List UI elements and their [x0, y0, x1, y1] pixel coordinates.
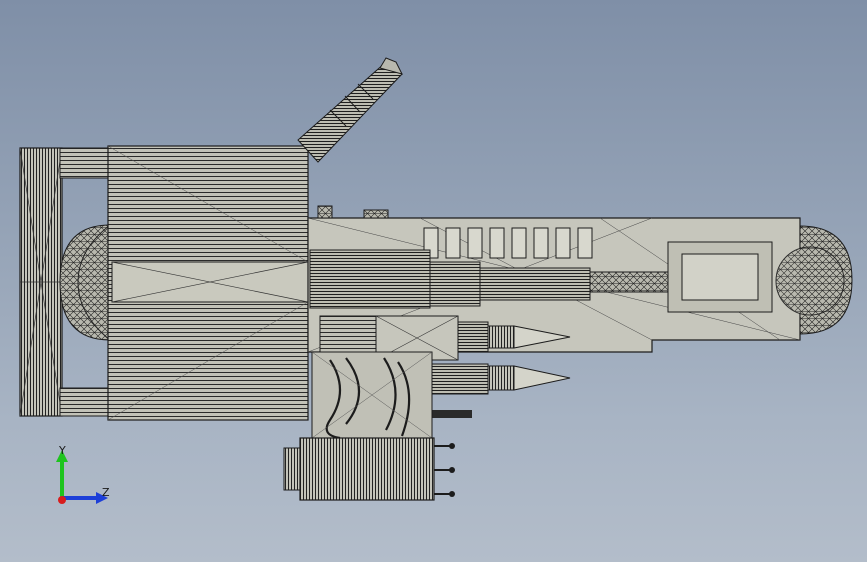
angled-spindle[interactable]	[297, 57, 403, 163]
left-dome[interactable]	[59, 224, 111, 341]
cable-frame	[311, 351, 433, 440]
motor-housing[interactable]	[107, 145, 309, 421]
triad-y-label: Y	[59, 444, 66, 457]
orientation-triad	[56, 450, 108, 504]
triad-z-label: Z	[102, 486, 110, 499]
x-axis-icon	[58, 496, 66, 504]
left-end-cap[interactable]	[19, 147, 63, 417]
lower-motor[interactable]	[283, 437, 455, 501]
3d-viewport[interactable]: Y Z	[0, 0, 867, 562]
cad-model-assembly[interactable]	[0, 0, 867, 562]
tool-holder-lower[interactable]	[431, 363, 571, 418]
top-bolts	[317, 205, 389, 219]
